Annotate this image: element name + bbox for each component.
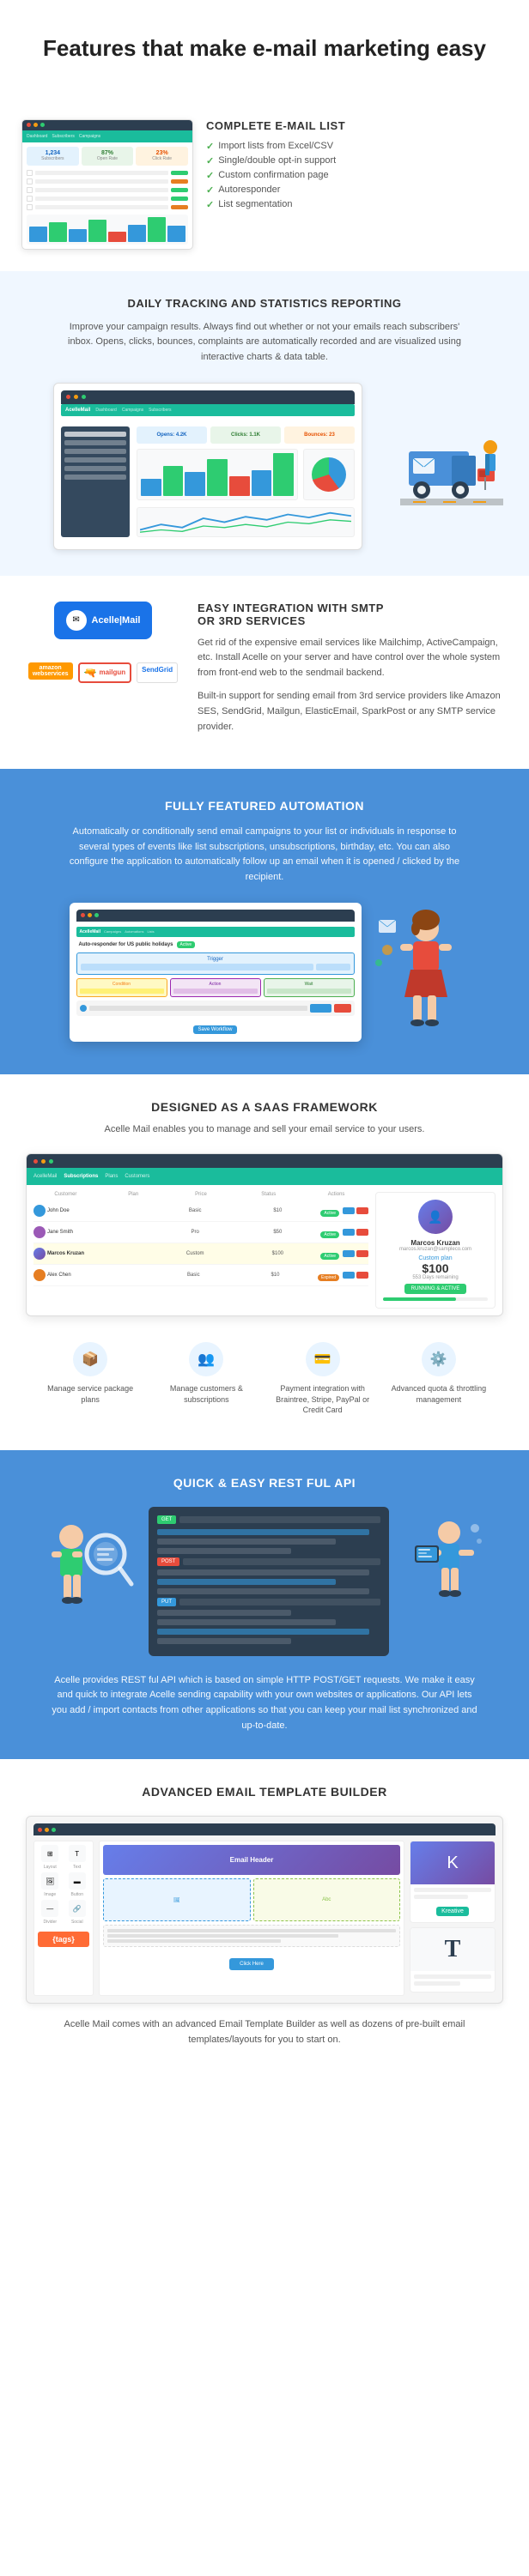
smtp-providers: amazonwebservices 🔫mailgun SendGrid bbox=[26, 662, 180, 683]
smtp-title: EASY INTEGRATION WITH SMTPOR 3RD SERVICE… bbox=[198, 602, 503, 627]
feature-item-1: Import lists from Excel/CSV bbox=[206, 139, 345, 154]
quota-icon: ⚙️ bbox=[422, 1342, 456, 1376]
smtp-right-content: EASY INTEGRATION WITH SMTPOR 3RD SERVICE… bbox=[198, 602, 503, 744]
api-figure-right bbox=[402, 1507, 488, 1648]
tracking-description: Improve your campaign results. Always fi… bbox=[58, 320, 471, 366]
sendgrid-badge: SendGrid bbox=[137, 662, 178, 683]
template-description: Acelle Mail comes with an advanced Email… bbox=[50, 2017, 479, 2047]
api-code-mock: GET POST PUT bbox=[149, 1507, 389, 1656]
saas-title: DESIGNED AS A SAAS FRAMEWORK bbox=[26, 1100, 503, 1114]
table-row: Marcos Kruzan Custom $100 Active bbox=[33, 1243, 368, 1265]
service-plans-icon: 📦 bbox=[73, 1342, 107, 1376]
hero-section: Features that make e-mail marketing easy bbox=[0, 0, 529, 106]
email-list-screenshot: DashboardSubscribersCampaigns 1,234 Subs… bbox=[21, 119, 193, 250]
table-row: John Doe Basic $10 Active bbox=[33, 1200, 368, 1222]
customer-name: Marcos Kruzan bbox=[383, 1239, 488, 1247]
customer-avatar: 👤 bbox=[418, 1200, 453, 1234]
automation-section: FULLY FEATURED AUTOMATION Automatically … bbox=[0, 769, 529, 1073]
smtp-description-1: Get rid of the expensive email services … bbox=[198, 636, 503, 681]
smtp-description-2: Built-in support for sending email from … bbox=[198, 689, 503, 735]
api-figure-left bbox=[41, 1507, 136, 1648]
automation-title: FULLY FEATURED AUTOMATION bbox=[26, 799, 503, 813]
automation-figure bbox=[374, 903, 460, 1044]
api-section: QUICK & EASY REST FUL API bbox=[0, 1450, 529, 1759]
preview-t-block: T bbox=[410, 1928, 495, 1971]
amazon-badge: amazonwebservices bbox=[28, 662, 73, 680]
feature-service-plans: 📦 Manage service package plans bbox=[34, 1333, 146, 1424]
customer-card: 👤 Marcos Kruzan marcos.kruzan@sampleco.c… bbox=[375, 1192, 496, 1309]
payment-icon: 💳 bbox=[306, 1342, 340, 1376]
mailgun-badge: 🔫mailgun bbox=[78, 662, 132, 683]
layout-icon: ⊞ bbox=[41, 1845, 58, 1862]
logo-text: Acelle|Mail bbox=[92, 615, 141, 626]
automation-description: Automatically or conditionally send emai… bbox=[58, 825, 471, 885]
tracking-section: DAILY TRACKING AND STATISTICS REPORTING … bbox=[0, 271, 529, 576]
kreative-badge: Kreative bbox=[436, 1907, 469, 1916]
table-row: Jane Smith Pro $50 Active bbox=[33, 1222, 368, 1243]
feature-customers: 👥 Manage customers & subscriptions bbox=[150, 1333, 262, 1424]
email-list-section: DashboardSubscribersCampaigns 1,234 Subs… bbox=[0, 106, 529, 271]
feature-item-4: Autoresponder bbox=[206, 183, 345, 197]
template-tools-sidebar: ⊞ Layout T Text 🖼 Image ▬ Button bbox=[33, 1841, 94, 1996]
mail-icon: ✉ bbox=[66, 610, 87, 631]
quota-label: Advanced quota & throttling management bbox=[387, 1383, 490, 1405]
image-tool-icon: 🖼 bbox=[41, 1872, 58, 1890]
template-section: ADVANCED EMAIL TEMPLATE BUILDER ⊞ Layout… bbox=[0, 1759, 529, 2073]
api-content: GET POST PUT bbox=[26, 1507, 503, 1656]
customers-icon: 👥 bbox=[189, 1342, 223, 1376]
email-list-feature-list: Import lists from Excel/CSV Single/doubl… bbox=[206, 139, 345, 212]
customer-email: marcos.kruzan@sampleco.com bbox=[383, 1247, 488, 1252]
api-description: Acelle provides REST ful API which is ba… bbox=[50, 1673, 479, 1733]
template-preview-card-1: K Kreative bbox=[410, 1841, 496, 1923]
api-title: QUICK & EASY REST FUL API bbox=[26, 1476, 503, 1490]
customer-days: 553 Days remaining bbox=[383, 1275, 488, 1280]
template-text-block: Abc bbox=[253, 1878, 401, 1921]
template-preview-card-2: T bbox=[410, 1927, 496, 1992]
table-row: Alex Chen Basic $10 Expired bbox=[33, 1265, 368, 1286]
saas-dashboard-mock: AcelleMail Subscriptions Plans Customers… bbox=[26, 1153, 503, 1316]
text-tool-icon: T bbox=[69, 1845, 86, 1862]
tracking-dashboard-mock: AcelleMail Dashboard Campaigns Subscribe… bbox=[53, 383, 362, 550]
automation-workflow-title: Auto-responder for US public holidays bbox=[79, 942, 173, 947]
email-list-title: COMPLETE E-MAIL LIST bbox=[206, 119, 345, 132]
feature-item-3: Custom confirmation page bbox=[206, 168, 345, 183]
divider-tool-icon: — bbox=[41, 1900, 58, 1917]
preview-image-1: K bbox=[410, 1841, 495, 1884]
saas-section: DESIGNED AS A SAAS FRAMEWORK Acelle Mail… bbox=[0, 1074, 529, 1450]
saas-features-list: 📦 Manage service package plans 👥 Manage … bbox=[26, 1333, 503, 1424]
acelle-logo: ✉ Acelle|Mail bbox=[54, 602, 153, 639]
tracking-title: DAILY TRACKING AND STATISTICS REPORTING bbox=[26, 297, 503, 310]
service-plans-label: Manage service package plans bbox=[39, 1383, 142, 1405]
button-tool-icon: ▬ bbox=[69, 1872, 86, 1890]
template-title: ADVANCED EMAIL TEMPLATE BUILDER bbox=[26, 1785, 503, 1799]
customer-status: RUNNING & ACTIVE bbox=[404, 1284, 467, 1294]
automation-workflow-mock: AcelleMail Campaigns Automations Lists A… bbox=[70, 903, 362, 1042]
template-cta-block: Click Here bbox=[103, 1950, 400, 1974]
tags-badge: {tags} bbox=[38, 1932, 89, 1947]
email-list-features: COMPLETE E-MAIL LIST Import lists from E… bbox=[206, 119, 345, 212]
feature-item-2: Single/double opt-in support bbox=[206, 154, 345, 168]
smtp-section: ✉ Acelle|Mail amazonwebservices 🔫mailgun… bbox=[0, 576, 529, 770]
smtp-left-panel: ✉ Acelle|Mail amazonwebservices 🔫mailgun… bbox=[26, 602, 180, 683]
feature-item-5: List segmentation bbox=[206, 197, 345, 212]
payment-label: Payment integration with Braintree, Stri… bbox=[271, 1383, 374, 1416]
tracking-figure bbox=[400, 408, 503, 524]
template-editor-area: Email Header 🖼 Abc bbox=[99, 1841, 404, 1996]
subscriptions-table: Customer Plan Price Status Actions John … bbox=[33, 1192, 368, 1309]
feature-quota: ⚙️ Advanced quota & throttling managemen… bbox=[383, 1333, 495, 1424]
customers-label: Manage customers & subscriptions bbox=[155, 1383, 258, 1405]
template-full-text-block bbox=[103, 1925, 400, 1947]
template-image-block: 🖼 bbox=[103, 1878, 251, 1921]
template-builder-mock: ⊞ Layout T Text 🖼 Image ▬ Button bbox=[26, 1816, 503, 2004]
customer-plan: Custom plan bbox=[383, 1255, 488, 1261]
feature-payment: 💳 Payment integration with Braintree, St… bbox=[267, 1333, 379, 1424]
save-automation-button[interactable]: Save Workflow bbox=[193, 1025, 238, 1034]
hero-title: Features that make e-mail marketing easy bbox=[26, 34, 503, 63]
saas-description: Acelle Mail enables you to manage and se… bbox=[26, 1122, 503, 1137]
social-tool-icon: 🔗 bbox=[69, 1900, 86, 1917]
template-header-block: Email Header bbox=[103, 1845, 400, 1875]
template-preview-panel: K Kreative T bbox=[410, 1841, 496, 1996]
customer-price: $100 bbox=[383, 1261, 488, 1275]
automation-content: AcelleMail Campaigns Automations Lists A… bbox=[26, 903, 503, 1044]
